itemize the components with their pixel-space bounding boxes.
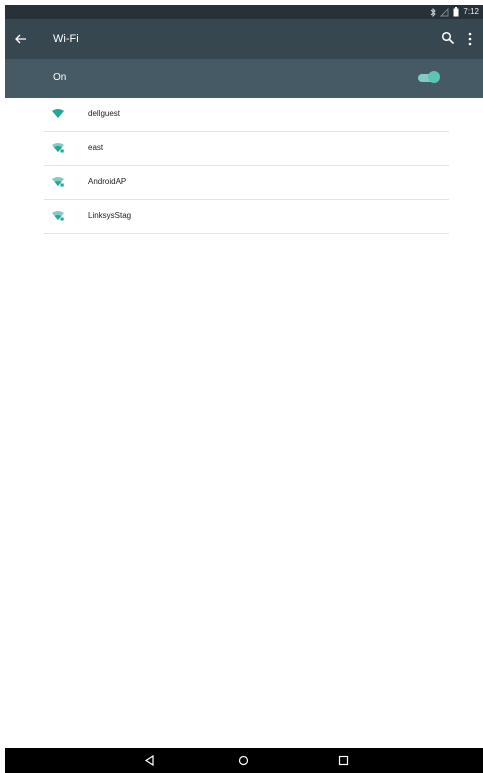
wifi-locked-icon xyxy=(52,211,64,221)
wifi-network-row[interactable]: dellguest xyxy=(44,98,449,132)
battery-icon xyxy=(453,7,459,17)
wifi-switch-bar[interactable]: On xyxy=(5,59,483,98)
wifi-full-icon xyxy=(52,109,64,118)
wifi-locked-icon xyxy=(52,177,64,187)
status-time: 7:12 xyxy=(463,7,479,16)
page-title: Wi-Fi xyxy=(53,33,79,45)
app-bar: Wi-Fi xyxy=(5,19,483,59)
wifi-network-row[interactable]: east xyxy=(44,132,449,166)
recents-square-icon[interactable] xyxy=(338,755,349,766)
arrow-back-icon[interactable] xyxy=(13,31,29,47)
navigation-bar xyxy=(5,748,483,773)
back-triangle-icon[interactable] xyxy=(144,755,155,766)
wifi-network-list: dellguest east AndroidAP LinksysStag xyxy=(44,98,449,234)
signal-icon xyxy=(440,7,449,16)
wifi-network-name: LinksysStag xyxy=(88,211,132,220)
wifi-toggle[interactable] xyxy=(418,71,440,85)
wifi-network-row[interactable]: LinksysStag xyxy=(44,200,449,234)
wifi-locked-icon xyxy=(52,143,64,153)
wifi-network-name: east xyxy=(88,143,104,152)
wifi-network-row[interactable]: AndroidAP xyxy=(44,166,449,200)
wifi-network-name: AndroidAP xyxy=(88,177,127,186)
wifi-network-name: dellguest xyxy=(88,109,121,118)
home-circle-icon[interactable] xyxy=(238,755,249,766)
wifi-switch-label: On xyxy=(53,72,67,83)
search-icon[interactable] xyxy=(441,31,455,45)
status-icons: 7:12 xyxy=(430,5,479,19)
bluetooth-icon xyxy=(431,7,437,17)
status-bar: 7:12 xyxy=(5,5,483,19)
toggle-thumb xyxy=(428,71,440,83)
more-vert-icon[interactable] xyxy=(465,31,475,47)
